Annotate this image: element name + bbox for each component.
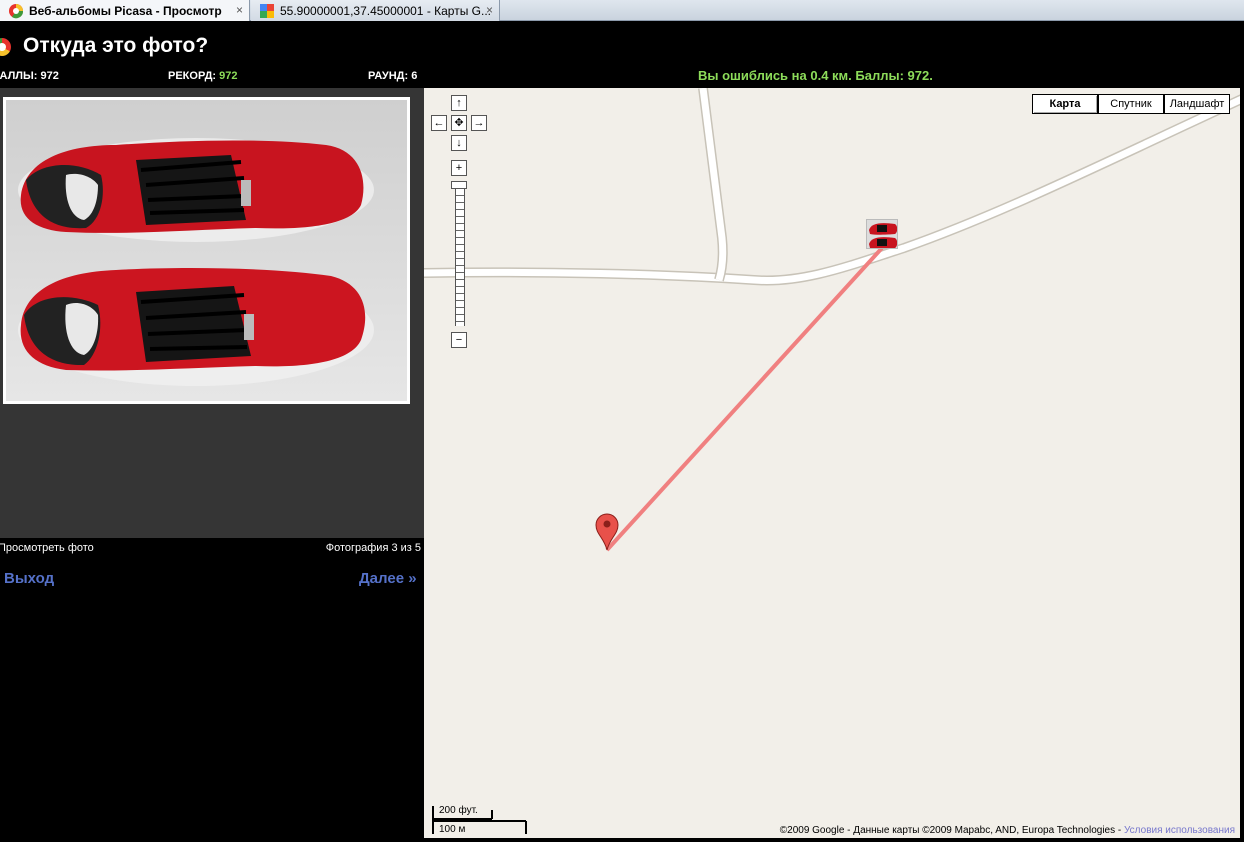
map-type-map-button[interactable]: Карта bbox=[1032, 94, 1098, 114]
map-type-terrain-button[interactable]: Ландшафт bbox=[1164, 94, 1230, 114]
score-label: БАЛЛЫ: bbox=[0, 70, 38, 82]
close-tab-icon[interactable]: × bbox=[486, 3, 493, 17]
zoom-in-button[interactable]: + bbox=[451, 160, 467, 176]
map-type-satellite-button[interactable]: Спутник bbox=[1098, 94, 1164, 114]
pan-left-button[interactable]: ← bbox=[431, 115, 447, 131]
zoom-slider-thumb[interactable] bbox=[451, 181, 467, 189]
score-stat: БАЛЛЫ: 972 bbox=[0, 70, 59, 82]
round-value: 6 bbox=[411, 70, 418, 82]
zoom-out-button[interactable]: − bbox=[451, 332, 467, 348]
zoom-slider-track[interactable] bbox=[455, 186, 465, 326]
photo-panel bbox=[0, 88, 424, 538]
photo-location-marker[interactable] bbox=[866, 219, 898, 249]
view-photo-link[interactable]: Просмотреть фото bbox=[0, 542, 94, 554]
google-maps-icon bbox=[259, 3, 275, 19]
tab-picasa-albums[interactable]: Веб-альбомы Picasa - Просмотр × bbox=[0, 0, 250, 21]
pan-right-button[interactable]: → bbox=[471, 115, 487, 131]
map-copyright: ©2009 Google - Данные карты ©2009 Mapabc… bbox=[780, 825, 1235, 836]
guess-marker-icon[interactable] bbox=[595, 513, 619, 551]
round-label: РАУНД: bbox=[368, 70, 409, 82]
photo-counter: Фотография 3 из 5 bbox=[325, 542, 421, 554]
record-label: РЕКОРД: bbox=[168, 70, 217, 82]
next-link[interactable]: Далее » bbox=[359, 570, 417, 587]
exit-link[interactable]: Выход bbox=[4, 570, 54, 587]
photo-frame bbox=[3, 97, 410, 404]
error-line bbox=[605, 246, 884, 552]
pan-up-button[interactable]: ↑ bbox=[451, 95, 467, 111]
map-view[interactable]: ↑ ← ✥ → ↓ + − Карта Спутник Ландшафт 200… bbox=[424, 88, 1240, 838]
tab-google-maps[interactable]: 55.90000001,37.45000001 - Карты G... × bbox=[251, 0, 500, 21]
app-window: Веб-альбомы Picasa - Просмотр × 55.90000… bbox=[0, 0, 1244, 842]
pan-down-button[interactable]: ↓ bbox=[451, 135, 467, 151]
record-value: 972 bbox=[219, 70, 238, 82]
browser-tab-strip: Веб-альбомы Picasa - Просмотр × 55.90000… bbox=[0, 0, 1244, 21]
close-tab-icon[interactable]: × bbox=[236, 3, 243, 17]
copyright-text: ©2009 Google - Данные карты ©2009 Mapabc… bbox=[779, 825, 1124, 836]
map-roads bbox=[424, 88, 1240, 552]
terms-of-use-link[interactable]: Условия использования bbox=[1124, 825, 1235, 836]
tab-label: 55.90000001,37.45000001 - Карты G... bbox=[280, 3, 492, 18]
picasa-logo-icon bbox=[0, 38, 11, 56]
picasa-icon bbox=[8, 3, 24, 19]
round-stat: РАУНД: 6 bbox=[368, 70, 417, 82]
record-stat: РЕКОРД: 972 bbox=[168, 70, 238, 82]
result-message: Вы ошиблись на 0.4 км. Баллы: 972. bbox=[698, 68, 933, 83]
page-title: Откуда это фото? bbox=[23, 34, 209, 57]
pan-center-button[interactable]: ✥ bbox=[451, 115, 467, 131]
score-value: 972 bbox=[40, 70, 59, 82]
sneakers-photo[interactable] bbox=[6, 100, 407, 401]
scale-bar bbox=[432, 806, 527, 834]
tab-label: Веб-альбомы Picasa - Просмотр bbox=[29, 3, 222, 18]
